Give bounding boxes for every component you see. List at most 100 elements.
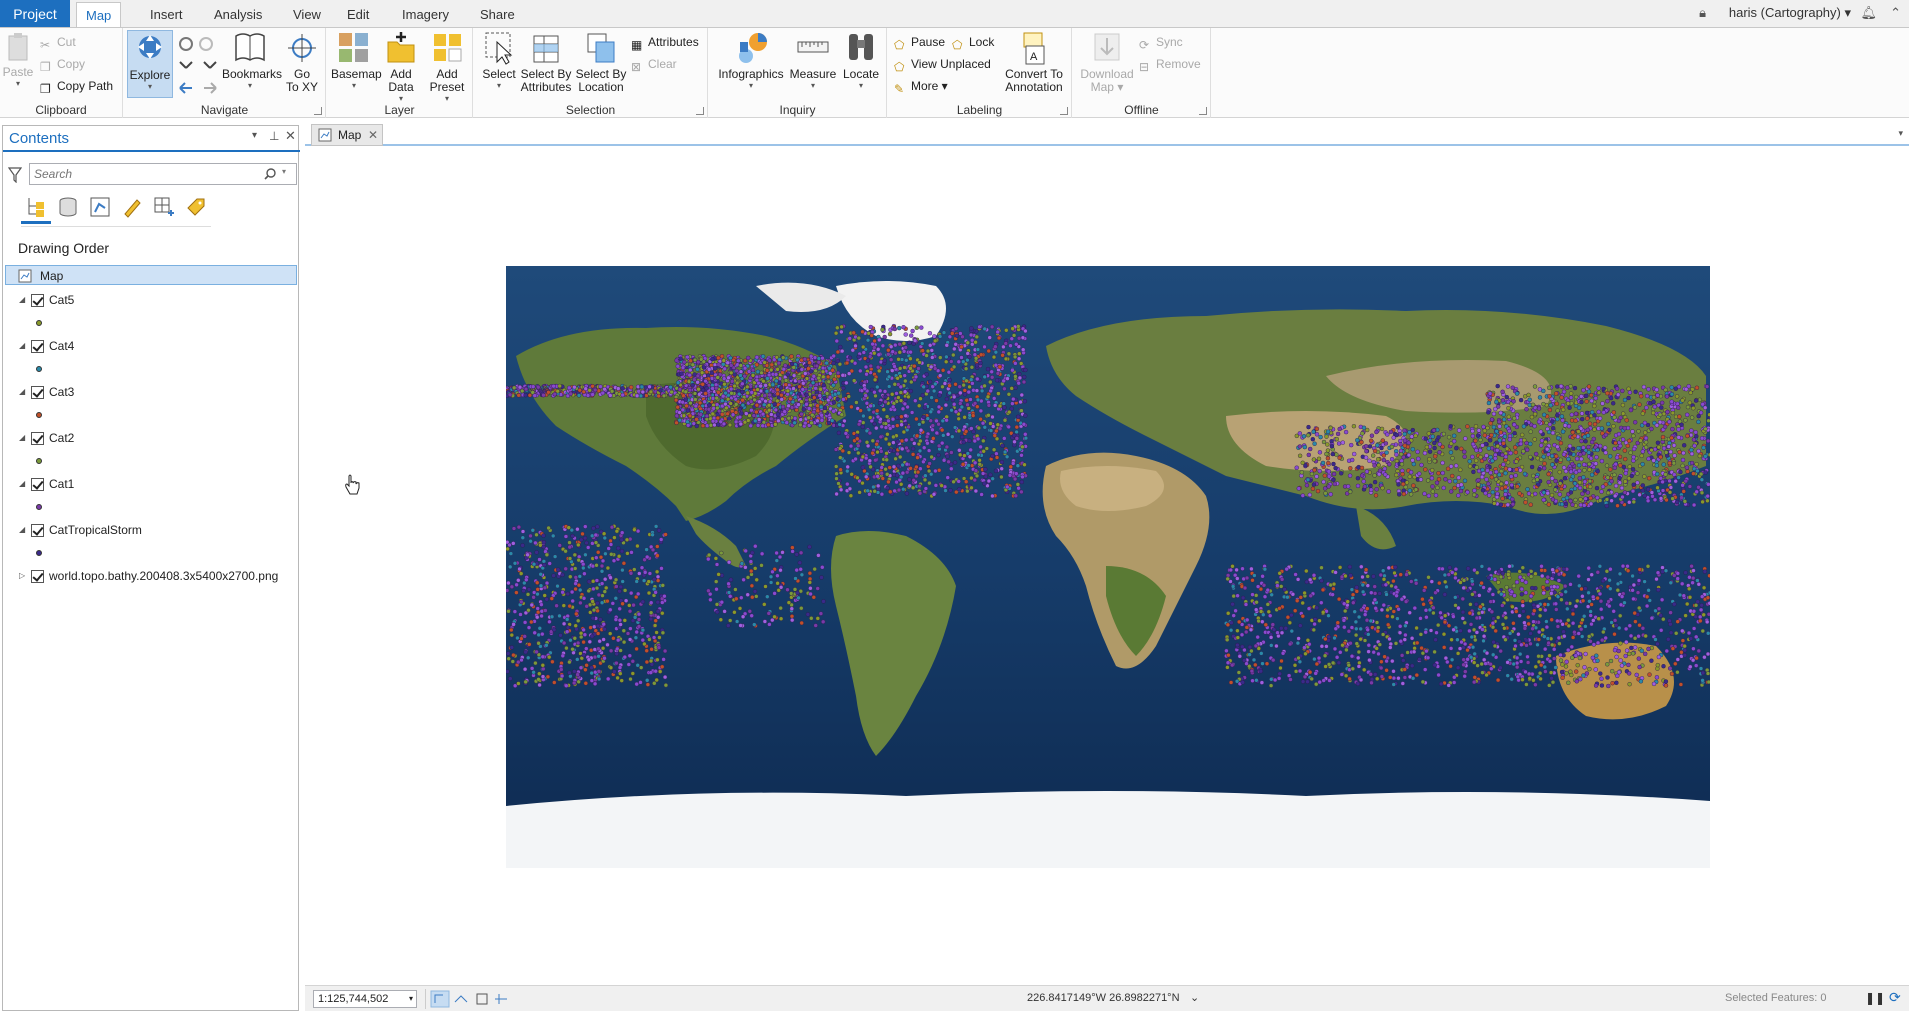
contents-underline [3,150,300,152]
coordinate-format-dropdown-icon[interactable]: ⌄ [1190,991,1199,1004]
more-icon: ✎ [894,82,905,96]
layer-label: Layer [384,103,415,117]
select-by-location-icon [587,33,615,63]
pause-drawing-icon[interactable]: ❚❚ [1865,991,1885,1005]
tropical-storm-symbol-icon [36,550,42,556]
user-account-menu[interactable]: haris (Cartography) ▾ [1729,5,1851,21]
inquiry-group: Infographics ▾ Measure ▾ Locate ▾ Inquiry [709,28,887,118]
copy-path-button[interactable]: ❐ Copy Path [40,77,113,96]
contents-pane: Contents ▾ ⊥ ✕ ▾ Drawing Order Map ◢Cat5… [2,125,300,1011]
more-labeling-button[interactable]: ✎ More ▾ [894,77,948,96]
tab-view[interactable]: View [284,2,330,27]
close-tab-icon[interactable]: ✕ [368,125,378,145]
tab-insert[interactable]: Insert [141,2,192,27]
search-options-icon[interactable]: ▾ [282,167,286,176]
collapse-ribbon-icon[interactable]: ⌃ [1890,5,1901,21]
labeling-launcher-icon[interactable] [1060,107,1068,115]
offline-launcher-icon[interactable] [1199,107,1207,115]
infographics-button[interactable]: Infographics ▾ [717,30,785,90]
search-icon[interactable] [264,168,276,180]
add-data-button[interactable]: Add Data ▾ [383,30,419,103]
basemap-button[interactable]: Basemap ▾ [331,30,382,90]
tab-analysis[interactable]: Analysis [205,2,271,27]
clear-icon: ⊠ [631,60,642,74]
explore-button[interactable]: Explore ▾ [127,30,173,98]
bookmarks-icon [235,33,265,62]
view-unplaced-button[interactable]: ⬠ View Unplaced [894,55,991,74]
binoculars-icon [849,34,873,60]
search-input[interactable] [34,166,254,182]
world-map-with-hurricane-tracks[interactable] [506,266,1710,868]
remove-button[interactable]: ⊟ Remove [1139,55,1201,74]
toc-map-item[interactable]: Map [5,265,297,285]
tab-imagery[interactable]: Imagery [393,2,458,27]
selection-launcher-icon[interactable] [696,107,704,115]
measure-button[interactable]: Measure ▾ [789,30,837,90]
expand-icon[interactable]: ◢ [19,290,27,310]
status-tools-icon[interactable] [423,990,523,1008]
view-unplaced-icon: ⬠ [894,60,905,74]
navigate-launcher-icon[interactable] [314,107,322,115]
toc-map-label: Map [40,269,64,283]
navigate-tools-icon[interactable] [176,34,220,94]
select-button[interactable]: Select ▾ [480,30,518,90]
visibility-checkbox[interactable] [31,570,44,583]
bookmarks-button[interactable]: Bookmarks ▾ [222,30,282,90]
select-by-attributes-button[interactable]: Select By Attributes [518,30,574,94]
pause-labeling-button[interactable]: ⬠ Pause [894,33,945,52]
filter-icon[interactable] [8,167,22,183]
close-pane-icon[interactable]: ✕ [285,128,296,144]
list-by-labeling-icon[interactable] [185,196,207,218]
basemap-icon [339,33,368,62]
pin-icon[interactable]: ⊥ [269,129,279,143]
go-to-xy-button[interactable]: Go To XY [282,30,322,94]
map-view-tab[interactable]: Map ✕ [311,124,383,146]
tab-overflow-icon[interactable]: ▾ [1898,128,1903,139]
expand-icon[interactable]: ◢ [19,520,27,540]
refresh-icon[interactable]: ⟳ [1889,989,1901,1006]
clear-selection-button[interactable]: ⊠ Clear [631,55,677,74]
lock-labels-button[interactable]: ⬠ Lock [952,33,994,52]
selection-group: Select ▾ Select By Attributes Select By Loc… [474,28,708,118]
visibility-checkbox[interactable] [31,432,44,445]
visibility-checkbox[interactable] [31,478,44,491]
cut-button[interactable]: ✂ Cut [40,33,76,52]
download-map-button[interactable]: Download Map ▾ [1077,30,1137,94]
tab-project[interactable]: Project [0,0,70,28]
expand-icon[interactable]: ◢ [19,428,27,448]
search-box: ▾ [29,163,297,185]
add-preset-button[interactable]: Add Preset ▾ [425,30,469,103]
collapsed-expand-icon[interactable]: ▷ [19,566,27,586]
bell-icon[interactable]: 🔔︎ [1860,5,1877,21]
tab-map[interactable]: Map [76,2,122,27]
ruler-icon [797,41,829,53]
list-by-selection-icon[interactable] [89,196,111,218]
visibility-checkbox[interactable] [31,524,44,537]
pane-options-icon[interactable]: ▾ [252,130,257,141]
expand-icon[interactable]: ◢ [19,336,27,356]
list-by-drawing-order-icon[interactable] [25,196,47,218]
attributes-button[interactable]: ▦ Attributes [631,33,699,52]
visibility-checkbox[interactable] [31,386,44,399]
tab-share[interactable]: Share [471,2,524,27]
expand-icon[interactable]: ◢ [19,382,27,402]
convert-to-annotation-button[interactable]: A Convert To Annotation [1000,30,1068,94]
visibility-checkbox[interactable] [31,340,44,353]
scale-selector[interactable]: 1:125,744,502 ▾ [313,990,417,1008]
list-by-source-icon[interactable] [57,196,79,218]
copy-button[interactable]: ❐ Copy [40,55,85,74]
paste-button[interactable]: Paste ▾ [2,30,34,88]
sync-button[interactable]: ⟳ Sync [1139,33,1183,52]
toolbar-divider [21,226,211,227]
tab-edit[interactable]: Edit [338,2,378,27]
list-by-editing-icon[interactable] [121,196,143,218]
selected-features-count[interactable]: Selected Features: 0 [1725,992,1827,1004]
locate-button[interactable]: Locate ▾ [839,30,883,90]
download-map-icon [1094,33,1120,61]
list-by-snapping-icon[interactable] [153,196,175,218]
status-bar: 1:125,744,502 ▾ 226.8417149°W 26.8982271°… [305,985,1909,1011]
visibility-checkbox[interactable] [31,294,44,307]
cat3-symbol-icon [36,412,42,418]
select-by-location-button[interactable]: Select By Location [574,30,628,94]
expand-icon[interactable]: ◢ [19,474,27,494]
